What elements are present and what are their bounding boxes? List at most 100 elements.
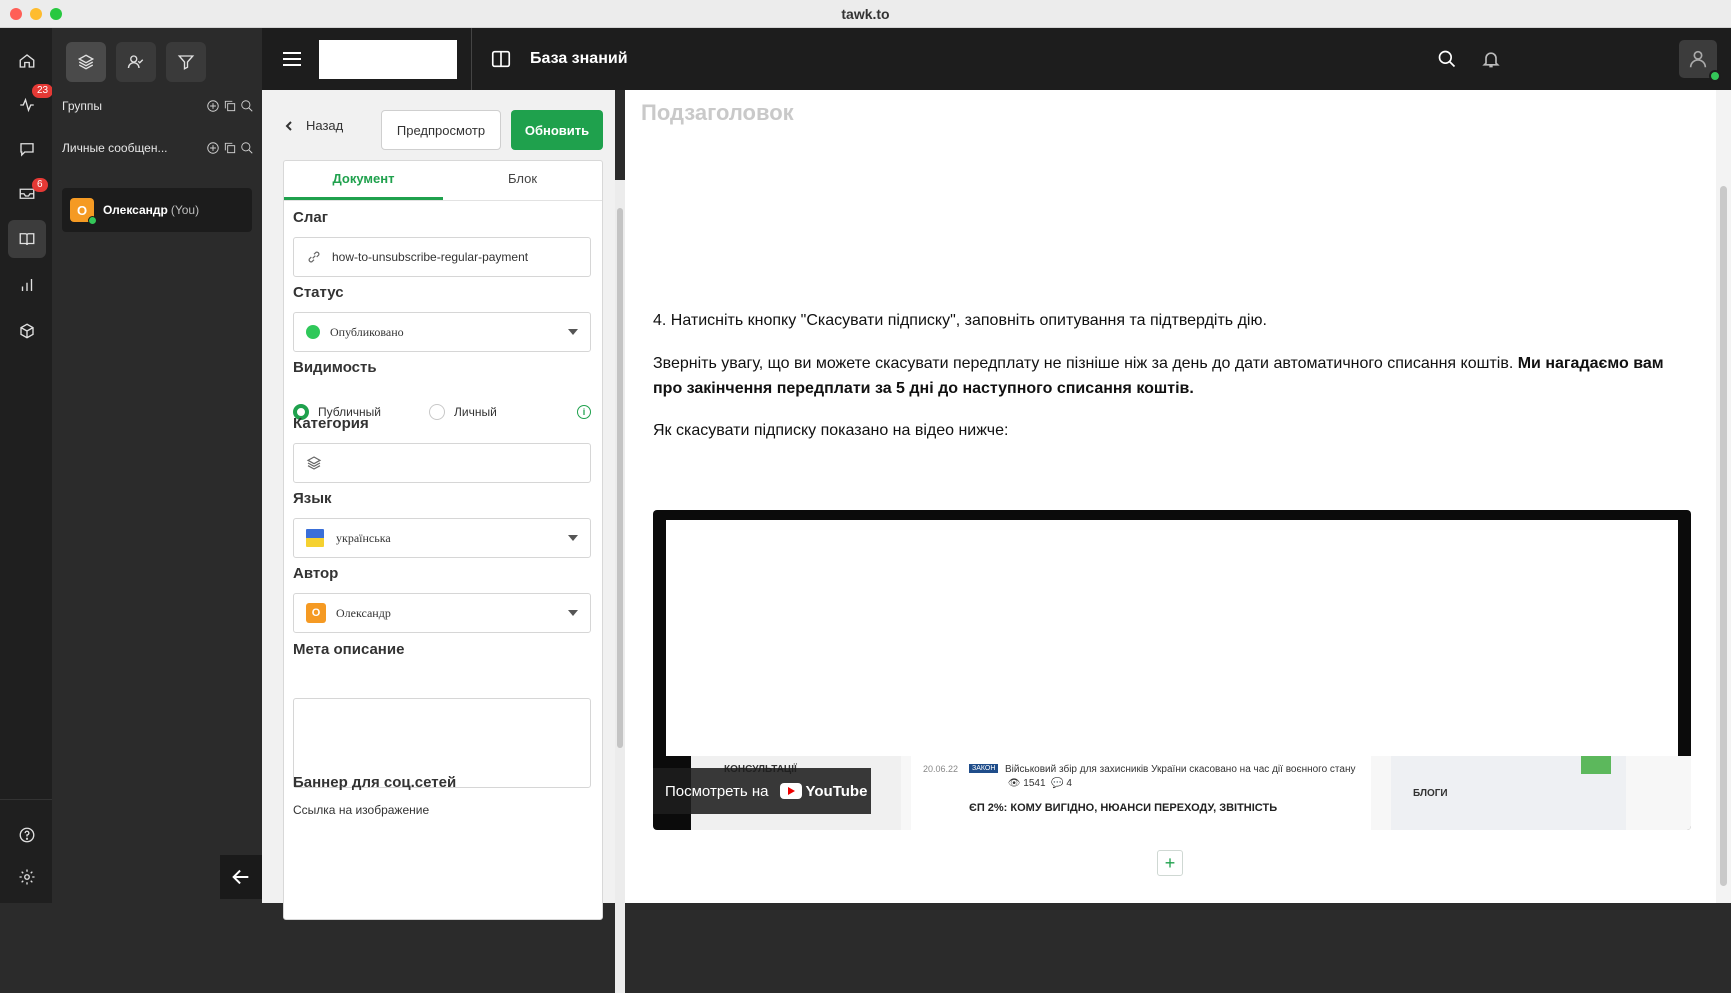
chat-sidebar: Группы Личные сообщен... O Олександр (You…	[52, 28, 262, 903]
slug-label: Слаг	[293, 209, 328, 226]
direct-messages-label: Личные сообщен...	[62, 141, 168, 155]
rail-settings[interactable]	[8, 858, 46, 896]
author-label: Автор	[293, 565, 339, 582]
user-icon	[1689, 50, 1707, 68]
visibility-label: Видимость	[293, 359, 377, 376]
layers-filter-button[interactable]	[66, 42, 106, 82]
rail-home[interactable]	[8, 42, 46, 80]
settings-form: Документ Блок Слаг how-to-unsubscribe-re…	[283, 160, 603, 920]
language-select[interactable]: українська	[293, 518, 591, 558]
add-block-button[interactable]: +	[1157, 850, 1183, 876]
window-title: tawk.to	[841, 6, 890, 22]
content-scrollbar[interactable]	[1716, 90, 1731, 903]
layers-icon	[306, 456, 322, 470]
search-icon[interactable]	[240, 99, 254, 113]
chat-icon	[20, 143, 34, 157]
info-icon[interactable]: i	[577, 405, 591, 419]
search-icon[interactable]	[240, 141, 254, 155]
note-paragraph[interactable]: Зверніть увагу, що ви можете скасувати п…	[653, 351, 1673, 401]
inbox-badge: 6	[32, 178, 48, 192]
avatar: O	[70, 198, 97, 225]
bell-icon	[1482, 52, 1500, 68]
direct-messages-row[interactable]: Личные сообщен...	[62, 137, 254, 159]
property-logo[interactable]	[319, 40, 457, 79]
subheading-placeholder[interactable]: Подзаголовок	[641, 100, 794, 126]
rail-activity[interactable]: 23	[8, 84, 54, 124]
user-check-icon	[127, 55, 144, 69]
rail-inbox[interactable]: 6	[8, 174, 48, 212]
article-editor: Подзаголовок 4. Натисніть кнопку "Скасув…	[625, 90, 1731, 903]
article-settings-panel: Назад Предпросмотр Обновить Документ Бло…	[262, 90, 625, 993]
settings-tabs: Документ Блок	[284, 161, 602, 201]
search-button[interactable]	[1434, 46, 1460, 72]
category-select[interactable]	[293, 443, 591, 483]
cube-icon	[20, 323, 34, 339]
back-link[interactable]: Назад	[284, 118, 343, 133]
online-status-dot	[1709, 70, 1721, 82]
user-name: Олександр (You)	[103, 203, 200, 217]
green-button-shape	[1581, 756, 1611, 774]
menu-button[interactable]	[282, 50, 302, 68]
top-header: База знаний	[262, 28, 1731, 90]
meta-description-label: Мета описание	[293, 641, 405, 658]
update-button[interactable]: Обновить	[511, 110, 603, 150]
online-status-dot	[88, 216, 97, 225]
groups-row[interactable]: Группы	[62, 95, 254, 117]
add-icon[interactable]	[206, 99, 220, 113]
video-intro-paragraph[interactable]: Як скасувати підписку показано на відео …	[653, 418, 1673, 443]
add-icon[interactable]	[206, 141, 220, 155]
watch-on-youtube-button[interactable]: Посмотреть на YouTube	[653, 768, 871, 814]
preview-button[interactable]: Предпросмотр	[381, 110, 501, 150]
layers-icon	[77, 54, 95, 70]
hamburger-icon	[283, 52, 301, 66]
panel-scrollbar[interactable]	[615, 180, 625, 993]
copy-icon[interactable]	[223, 141, 237, 155]
video-frame	[666, 520, 1678, 756]
ukraine-flag-icon	[306, 529, 324, 547]
groups-label: Группы	[62, 99, 102, 113]
slug-value: how-to-unsubscribe-regular-payment	[332, 250, 529, 264]
filter-button[interactable]	[166, 42, 206, 82]
youtube-embed[interactable]: КОНСУЛЬТАЦІЇ 20.06.22 ЗАКОН Військовий з…	[653, 510, 1691, 830]
language-label: Язык	[293, 490, 332, 507]
activity-badge: 23	[32, 84, 54, 98]
arrow-left-icon	[232, 869, 249, 885]
link-icon	[308, 251, 320, 263]
header-divider	[471, 28, 472, 90]
collapse-sidebar-button[interactable]	[220, 855, 262, 899]
rail-addons[interactable]	[8, 312, 46, 350]
news-tag: ЗАКОН	[969, 764, 999, 773]
category-label: Категория	[293, 415, 369, 432]
chevron-down-icon	[568, 610, 578, 616]
copy-icon[interactable]	[223, 99, 237, 113]
step-4-paragraph[interactable]: 4. Натисніть кнопку "Скасувати підписку"…	[653, 308, 1673, 333]
private-label: Личный	[454, 405, 497, 419]
author-value: Олександр	[336, 605, 391, 620]
help-icon	[19, 827, 35, 843]
search-icon	[1438, 50, 1456, 68]
author-avatar: O	[306, 603, 326, 623]
status-select[interactable]: Опубликовано	[293, 312, 591, 352]
language-value: українська	[336, 530, 391, 545]
news-date: 20.06.22	[923, 764, 959, 774]
rail-help[interactable]	[8, 816, 46, 854]
rail-divider	[0, 799, 52, 800]
bar-chart-icon	[21, 279, 33, 291]
youtube-play-icon	[780, 783, 803, 799]
user-list-item[interactable]: O Олександр (You)	[62, 188, 252, 232]
tab-block[interactable]: Блок	[443, 161, 602, 200]
slug-input[interactable]: how-to-unsubscribe-regular-payment	[293, 237, 591, 277]
published-status-dot	[306, 325, 320, 339]
notifications-button[interactable]	[1478, 46, 1504, 72]
news-title: Військовий збір для захисників України с…	[1005, 764, 1356, 789]
rail-reports[interactable]	[8, 266, 46, 304]
profile-button[interactable]	[1679, 40, 1721, 82]
tab-document[interactable]: Документ	[284, 161, 443, 200]
youtube-logo: YouTube	[780, 783, 867, 800]
private-radio[interactable]	[429, 404, 446, 420]
rail-knowledge-base[interactable]	[8, 220, 46, 258]
author-select[interactable]: O Олександр	[293, 593, 591, 633]
assigned-filter-button[interactable]	[116, 42, 156, 82]
rail-chat[interactable]	[8, 130, 46, 168]
filter-icon	[177, 55, 195, 70]
